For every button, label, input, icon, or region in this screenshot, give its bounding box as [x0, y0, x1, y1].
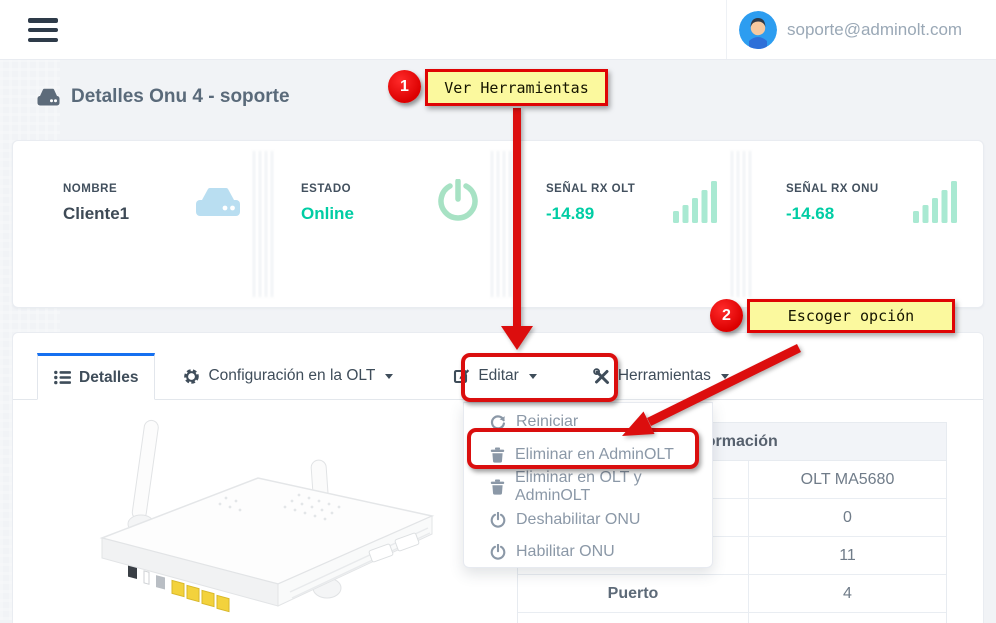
menu-item-label: Eliminar en AdminOLT: [515, 446, 674, 464]
menu-item-label: Deshabilitar ONU: [516, 511, 640, 529]
onu-product-image: [40, 412, 470, 623]
stat-separator: [253, 151, 275, 297]
power-icon: [490, 512, 506, 528]
herramientas-dropdown-menu: Reiniciar Eliminar en AdminOLT Eliminar …: [463, 402, 713, 568]
tab-label: Herramientas: [618, 367, 711, 385]
power-icon: [490, 544, 506, 560]
signal-bars-icon: [913, 181, 957, 228]
list-icon: [54, 370, 71, 385]
stat-label: NOMBRE: [63, 183, 129, 195]
callout-number: 2: [722, 307, 731, 325]
row-label: Puerto: [518, 575, 749, 612]
callout-step-2: 2: [710, 299, 743, 332]
menu-item-eliminar-adminolt[interactable]: Eliminar en AdminOLT: [464, 439, 712, 472]
callout-label-escoger-opcion: Escoger opción: [747, 299, 955, 333]
menu-item-eliminar-olt-adminolt[interactable]: Eliminar en OLT y AdminOLT: [464, 471, 712, 504]
tab-configuracion-olt[interactable]: Configuración en la OLT: [167, 353, 409, 399]
tab-label: Editar: [478, 367, 519, 385]
router-icon: [194, 185, 242, 224]
row-value: 11: [749, 537, 946, 574]
table-row: Puerto 4: [518, 575, 946, 613]
stat-senal-rx-olt: SEÑAL RX OLT -14.89: [546, 183, 635, 224]
chevron-down-icon: [529, 374, 537, 379]
trash-icon: [490, 447, 505, 463]
menu-item-label: Eliminar en OLT y AdminOLT: [515, 469, 712, 505]
stat-value-online: Online: [301, 204, 354, 224]
stat-label: SEÑAL RX ONU: [786, 183, 879, 195]
stats-card: NOMBRE Cliente1 ESTADO Online SEÑAL RX O…: [12, 140, 984, 308]
topbar-divider: [726, 0, 727, 59]
gear-icon: [183, 368, 200, 385]
menu-item-label: Reiniciar: [516, 413, 578, 431]
tools-icon: [593, 368, 610, 385]
tab-detalles[interactable]: Detalles: [37, 353, 155, 400]
stat-estado: ESTADO Online: [301, 183, 354, 224]
stat-separator: [491, 151, 513, 297]
tab-label: Configuración en la OLT: [208, 367, 375, 385]
menu-item-habilitar-onu[interactable]: Habilitar ONU: [464, 536, 712, 569]
hamburger-menu-icon[interactable]: [28, 18, 58, 42]
menu-item-reiniciar[interactable]: Reiniciar: [464, 406, 712, 439]
top-bar: soporte@adminolt.com: [0, 0, 996, 60]
menu-item-deshabilitar-onu[interactable]: Deshabilitar ONU: [464, 504, 712, 537]
page-title: Detalles Onu 4 - soporte: [71, 86, 290, 108]
refresh-icon: [490, 414, 506, 430]
tab-editar[interactable]: Editar: [437, 353, 553, 399]
power-icon: [437, 179, 479, 228]
stat-senal-rx-onu: SEÑAL RX ONU -14.68: [786, 183, 879, 224]
callout-label-ver-herramientas: Ver Herramientas: [425, 69, 608, 106]
stat-value: -14.89: [546, 204, 635, 224]
stat-value: Cliente1: [63, 204, 129, 224]
user-email[interactable]: soporte@adminolt.com: [787, 0, 962, 60]
row-value: 0: [749, 499, 946, 536]
row-value: [749, 613, 946, 623]
chevron-down-icon: [721, 374, 729, 379]
callout-text: Ver Herramientas: [444, 79, 589, 97]
tab-label: Detalles: [79, 369, 138, 387]
callout-text: Escoger opción: [788, 307, 914, 325]
row-value: 4: [749, 575, 946, 612]
stat-nombre: NOMBRE Cliente1: [63, 183, 129, 224]
stat-label: ESTADO: [301, 183, 354, 195]
stat-value: -14.68: [786, 204, 879, 224]
stat-separator: [731, 151, 753, 297]
signal-bars-icon: [673, 181, 717, 228]
row-label: [518, 613, 749, 623]
tab-bar: Detalles Configuración en la OLT Editar: [13, 353, 983, 400]
edit-icon: [453, 368, 470, 384]
callout-step-1: 1: [388, 70, 421, 103]
chevron-down-icon: [385, 374, 393, 379]
avatar[interactable]: [739, 11, 777, 49]
table-row: [518, 613, 946, 623]
menu-item-label: Habilitar ONU: [516, 543, 615, 561]
page-heading: Detalles Onu 4 - soporte: [36, 86, 290, 108]
callout-number: 1: [400, 78, 409, 96]
tab-herramientas[interactable]: Herramientas: [577, 353, 745, 399]
trash-icon: [490, 479, 505, 495]
row-value: OLT MA5680: [749, 461, 946, 498]
onu-device-icon: [36, 87, 61, 107]
stat-label: SEÑAL RX OLT: [546, 183, 635, 195]
